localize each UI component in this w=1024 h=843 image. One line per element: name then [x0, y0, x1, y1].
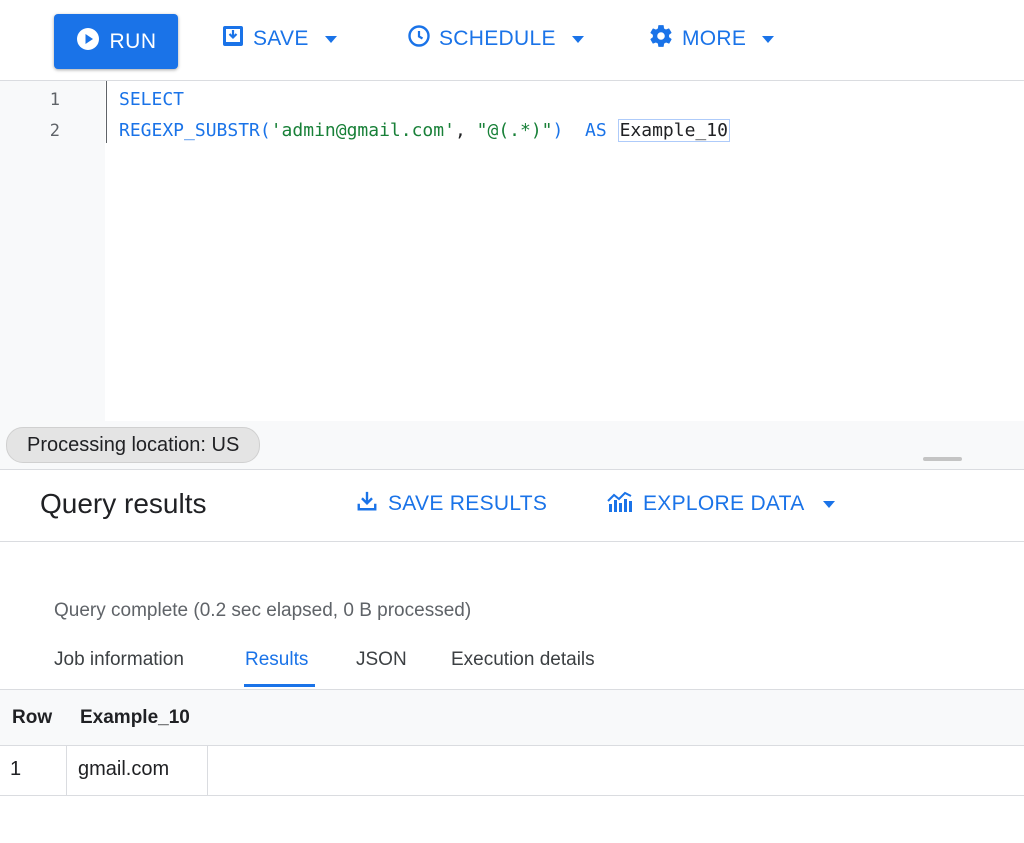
schedule-label: SCHEDULE: [439, 27, 556, 50]
as-keyword: AS: [585, 120, 607, 141]
gear-icon: [648, 23, 674, 55]
tab-results[interactable]: Results: [245, 649, 308, 671]
save-icon: [221, 24, 245, 54]
cell-divider: [66, 745, 67, 795]
column-header-example-10[interactable]: Example_10: [80, 707, 190, 729]
string-literal: 'admin@gmail.com': [270, 120, 455, 141]
explore-data-label: EXPLORE DATA: [643, 492, 805, 515]
save-label: SAVE: [253, 27, 309, 50]
tab-json[interactable]: JSON: [356, 649, 407, 671]
line-number: 1: [49, 90, 60, 110]
run-button[interactable]: RUN: [54, 14, 178, 69]
schedule-button[interactable]: SCHEDULE: [407, 22, 584, 56]
explore-data-button[interactable]: EXPLORE DATA: [607, 490, 835, 518]
value-cell[interactable]: gmail.com: [78, 758, 169, 781]
column-header-row: Row: [12, 707, 53, 728]
query-editor[interactable]: 1 2 SELECT REGEXP_SUBSTR('admin@gmail.co…: [0, 81, 1024, 421]
chevron-down-icon: [762, 35, 775, 43]
run-label: RUN: [109, 29, 157, 53]
clock-icon: [407, 24, 431, 54]
function-name: REGEXP_SUBSTR(: [119, 120, 271, 141]
play-icon: [76, 27, 100, 57]
save-button[interactable]: SAVE: [221, 22, 337, 56]
tab-job-information[interactable]: Job information: [54, 649, 184, 671]
alias-identifier: Example_10: [617, 119, 730, 142]
processing-location-chip[interactable]: Processing location: US: [6, 427, 261, 463]
query-complete-status: Query complete (0.2 sec elapsed, 0 B pro…: [54, 600, 472, 621]
close-paren: ): [552, 120, 564, 141]
save-results-label: SAVE RESULTS: [388, 492, 548, 515]
chart-icon: [607, 490, 633, 518]
more-label: MORE: [682, 27, 747, 50]
chevron-down-icon: [324, 35, 337, 43]
chevron-down-icon: [571, 35, 584, 43]
line-number: 2: [49, 121, 60, 141]
code-line-1[interactable]: SELECT: [119, 89, 184, 110]
save-results-button[interactable]: SAVE RESULTS: [356, 490, 547, 518]
cursor-line: [106, 81, 107, 143]
comma: ,: [454, 120, 477, 141]
tab-execution-details[interactable]: Execution details: [451, 649, 595, 671]
select-keyword: SELECT: [119, 89, 185, 110]
download-icon: [356, 490, 378, 518]
code-line-2[interactable]: REGEXP_SUBSTR('admin@gmail.com', "@(.*)"…: [119, 119, 730, 142]
resize-handle[interactable]: [923, 457, 962, 461]
row-number-cell: 1: [10, 758, 22, 780]
regex-literal: "@(.*)": [476, 120, 553, 141]
active-tab-indicator: [244, 684, 315, 687]
cell-divider: [207, 745, 208, 795]
more-button[interactable]: MORE: [648, 22, 775, 56]
results-title: Query results: [40, 488, 207, 519]
chevron-down-icon: [822, 500, 835, 508]
